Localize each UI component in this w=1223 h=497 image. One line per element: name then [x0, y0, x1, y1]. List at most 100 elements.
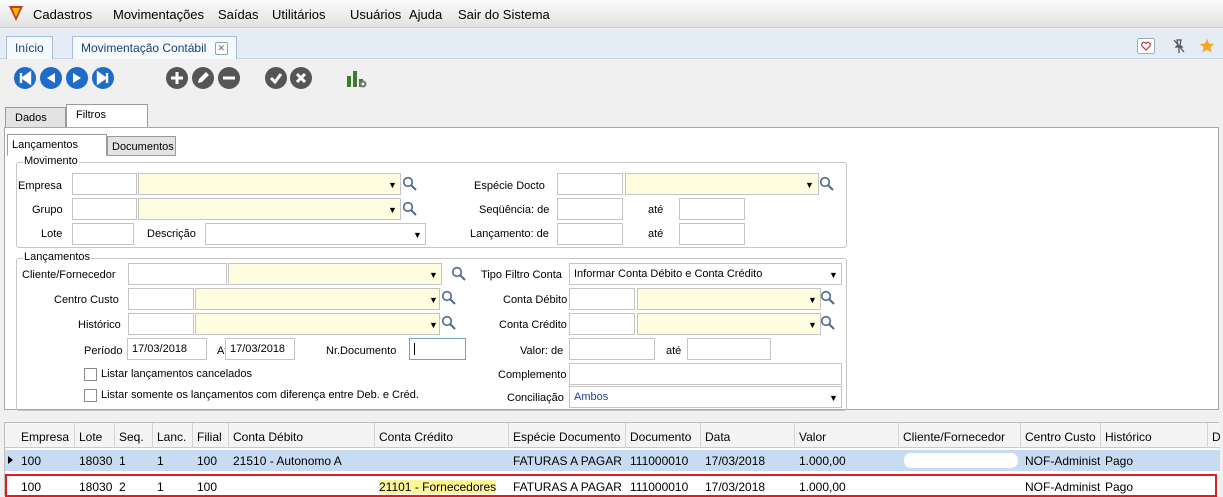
search-icon[interactable] [402, 201, 418, 217]
conta-credito-name-input[interactable] [637, 313, 821, 335]
close-icon[interactable]: ✕ [214, 42, 228, 56]
last-record-button[interactable] [92, 67, 114, 89]
column-header[interactable]: Filial [193, 423, 229, 448]
chevron-down-icon[interactable]: ▼ [413, 230, 422, 240]
table-cell [899, 476, 1021, 497]
tab-inicio-label: Início [15, 41, 44, 55]
chevron-down-icon[interactable]: ▼ [829, 270, 838, 280]
tab-documentos[interactable]: Documentos [107, 136, 176, 156]
valor-ate-input[interactable] [687, 338, 771, 360]
menu-item-sair[interactable]: Sair do Sistema [458, 7, 550, 22]
cancel-button[interactable] [290, 67, 312, 89]
conciliacao-select[interactable]: Ambos [569, 386, 842, 408]
lote-input[interactable] [72, 223, 134, 245]
tab-lancamentos[interactable]: Lançamentos [7, 134, 107, 156]
column-header[interactable]: D [1208, 423, 1220, 448]
sequencia-ate-input[interactable] [679, 198, 745, 220]
periodo-de-input[interactable]: 17/03/2018 [127, 338, 207, 360]
table-row-selected[interactable]: 100 18030 2 1 100 21101 - Fornecedores F… [5, 474, 1217, 497]
grupo-code-input[interactable] [72, 198, 137, 220]
unpin-icon[interactable] [1171, 38, 1187, 54]
especie-name-input[interactable] [625, 173, 819, 195]
menu-item-movimentacoes[interactable]: Movimentações [113, 7, 204, 22]
nr-documento-input[interactable] [409, 338, 466, 360]
listar-diferenca-checkbox[interactable] [84, 389, 97, 402]
column-header[interactable]: Espécie Documento [509, 423, 626, 448]
menu-item-cadastros[interactable]: Cadastros [33, 7, 92, 22]
lancamento-de-input[interactable] [557, 223, 623, 245]
search-icon[interactable] [402, 176, 418, 192]
especie-code-input[interactable] [557, 173, 623, 195]
tab-dados[interactable]: Dados [5, 107, 66, 128]
grupo-name-input[interactable] [138, 198, 401, 220]
chevron-down-icon[interactable]: ▼ [805, 180, 814, 190]
column-header[interactable]: Lanc. [153, 423, 193, 448]
confirm-button[interactable] [265, 67, 287, 89]
column-header[interactable]: Conta Débito [229, 423, 375, 448]
descricao-select[interactable] [205, 223, 426, 245]
historico-name-input[interactable] [195, 313, 440, 335]
search-icon[interactable] [819, 176, 835, 192]
column-header[interactable]: Conta Crédito [375, 423, 509, 448]
conta-debito-name-input[interactable] [637, 288, 821, 310]
column-header[interactable]: Centro Custo [1021, 423, 1101, 448]
column-header[interactable]: Data [701, 423, 795, 448]
search-icon[interactable] [820, 290, 836, 306]
table-cell: 18030 [79, 480, 113, 494]
periodo-ate-input[interactable]: 17/03/2018 [225, 338, 295, 360]
column-header[interactable]: Documento [626, 423, 701, 448]
column-header[interactable]: Histórico [1101, 423, 1208, 448]
chevron-down-icon[interactable]: ▼ [429, 320, 438, 330]
listar-cancelados-checkbox[interactable] [84, 368, 97, 381]
conta-debito-code-input[interactable] [569, 288, 635, 310]
historico-code-input[interactable] [128, 313, 194, 335]
chevron-down-icon[interactable]: ▼ [429, 295, 438, 305]
cliente-name-input[interactable] [228, 263, 442, 285]
column-header[interactable]: Cliente/Fornecedor [899, 423, 1021, 448]
column-header[interactable]: Lote [75, 423, 115, 448]
chevron-down-icon[interactable]: ▼ [808, 295, 817, 305]
chevron-down-icon[interactable]: ▼ [429, 270, 438, 280]
add-icon [166, 67, 188, 89]
centro-custo-name-input[interactable] [195, 288, 440, 310]
first-record-button[interactable] [14, 67, 36, 89]
column-header[interactable]: Seq. [115, 423, 153, 448]
menu-item-utilitarios[interactable]: Utilitários [272, 7, 325, 22]
heart-icon[interactable] [1137, 38, 1155, 54]
conta-credito-code-input[interactable] [569, 313, 635, 335]
lancamento-ate-input[interactable] [679, 223, 745, 245]
tab-movimentacao-contabil[interactable]: Movimentação Contábil ✕ [72, 36, 237, 59]
chevron-down-icon[interactable]: ▼ [829, 393, 838, 403]
sequencia-de-input[interactable] [557, 198, 623, 220]
menu-item-ajuda[interactable]: Ajuda [409, 7, 442, 22]
table-cell: 17/03/2018 [705, 480, 766, 494]
chevron-down-icon[interactable]: ▼ [388, 205, 397, 215]
menu-item-saidas[interactable]: Saídas [218, 7, 258, 22]
delete-button[interactable] [218, 67, 240, 89]
next-record-button[interactable] [66, 67, 88, 89]
edit-button[interactable] [192, 67, 214, 89]
search-icon[interactable] [441, 315, 457, 331]
empresa-code-input[interactable] [72, 173, 137, 195]
report-chart-button[interactable] [345, 67, 367, 89]
menu-item-usuarios[interactable]: Usuários [350, 7, 401, 22]
tipo-filtro-conta-select[interactable]: Informar Conta Débito e Conta Crédito [569, 263, 842, 285]
empresa-name-input[interactable] [138, 173, 401, 195]
chevron-down-icon[interactable]: ▼ [388, 180, 397, 190]
search-icon[interactable] [820, 315, 836, 331]
centro-custo-code-input[interactable] [128, 288, 194, 310]
valor-de-input[interactable] [569, 338, 655, 360]
cliente-code-input[interactable] [128, 263, 227, 285]
column-header[interactable]: Valor [795, 423, 899, 448]
search-icon[interactable] [441, 290, 457, 306]
add-button[interactable] [166, 67, 188, 89]
search-icon[interactable] [451, 266, 467, 282]
tab-inicio[interactable]: Início [6, 36, 53, 59]
table-row[interactable]: 100 18030 1 1 100 21510 - Autonomo A FAT… [5, 450, 1220, 471]
star-icon[interactable] [1199, 38, 1215, 54]
previous-record-button[interactable] [40, 67, 62, 89]
chevron-down-icon[interactable]: ▼ [808, 320, 817, 330]
complemento-input[interactable] [569, 363, 842, 385]
column-header[interactable]: Empresa [5, 423, 75, 448]
tab-filtros[interactable]: Filtros [66, 104, 148, 128]
